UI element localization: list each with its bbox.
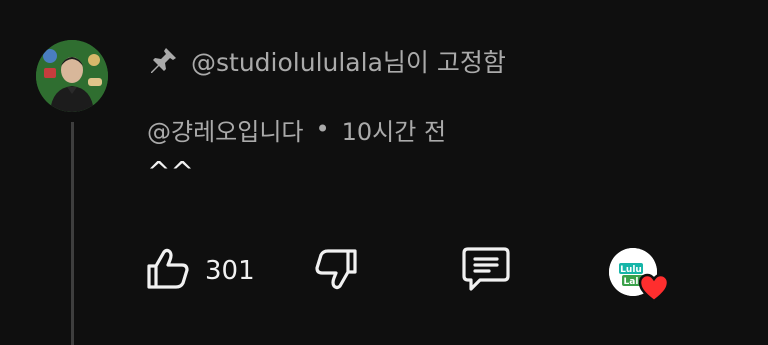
thumbs-down-icon	[313, 245, 361, 297]
like-button[interactable]: 301	[145, 248, 255, 294]
creator-heart: Lulu Lala	[609, 248, 671, 304]
pinned-indicator: @studiolululala님이 고정함	[147, 41, 506, 81]
author-avatar[interactable]	[36, 40, 108, 112]
thumbs-up-icon	[145, 246, 191, 296]
pinned-by-label: @studiolululala님이 고정함	[191, 48, 506, 77]
thread-line	[71, 122, 74, 345]
comment-actions: 301 Lulu Lala	[0, 247, 768, 303]
comment-time[interactable]: 10시간 전	[342, 112, 446, 147]
comment-header: @걍레오입니다 • 10시간 전	[147, 111, 446, 147]
author-handle[interactable]: @걍레오입니다	[147, 112, 303, 147]
comment-body: ^^	[147, 155, 194, 188]
dislike-button[interactable]	[313, 248, 361, 294]
meta-separator: •	[315, 115, 330, 143]
like-count: 301	[205, 256, 255, 286]
heart-icon	[638, 273, 670, 303]
comment-icon	[460, 243, 512, 299]
pin-icon	[147, 45, 179, 77]
reply-button[interactable]	[460, 247, 512, 294]
